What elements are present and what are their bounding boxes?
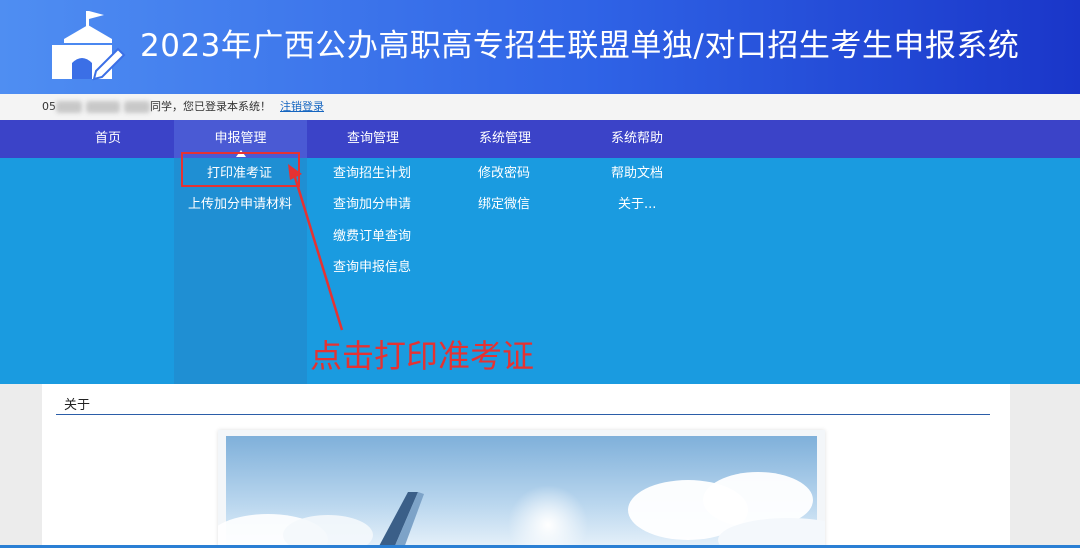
- page-title: 2023年广西公办高职高专招生联盟单独/对口招生考生申报系统: [140, 28, 1020, 64]
- logout-link[interactable]: 注销登录: [280, 94, 324, 120]
- sky-building-image: [208, 436, 858, 548]
- menu-about[interactable]: 关于...: [618, 196, 656, 214]
- nav-dropdown-panel: 打印准考证 上传加分申请材料 查询招生计划 查询加分申请 缴费订单查询 查询申报…: [0, 158, 1080, 384]
- menu-change-password[interactable]: 修改密码: [478, 165, 530, 183]
- nav-system-help[interactable]: 系统帮助: [584, 120, 690, 158]
- annotation-arrow-icon: [288, 164, 344, 331]
- redacted-user-name: [86, 101, 120, 113]
- login-status-bar: 05 同学，您已登录本系统！ 注销登录: [0, 94, 1080, 120]
- nav-home[interactable]: 首页: [68, 120, 148, 158]
- main-content: 关于: [42, 384, 1010, 548]
- section-divider: [56, 414, 990, 415]
- menu-bind-wechat[interactable]: 绑定微信: [478, 196, 530, 214]
- nav-system-management[interactable]: 系统管理: [452, 120, 558, 158]
- about-banner-image: [208, 430, 858, 548]
- header-banner: 2023年广西公办高职高专招生联盟单独/对口招生考生申报系统: [0, 0, 1080, 94]
- user-id-prefix: 05: [42, 100, 56, 113]
- redacted-user-extra: [124, 101, 150, 113]
- redacted-user-id: [56, 101, 82, 113]
- main-nav: 首页 申报管理 查询管理 系统管理 系统帮助: [0, 120, 1080, 158]
- menu-help-docs[interactable]: 帮助文档: [611, 165, 663, 183]
- menu-upload-bonus-materials[interactable]: 上传加分申请材料: [188, 196, 292, 214]
- login-greeting: 同学，您已登录本系统！: [150, 100, 271, 113]
- school-building-icon: [52, 11, 126, 81]
- annotation-text: 点击打印准考证: [310, 337, 535, 375]
- section-title: 关于: [64, 398, 91, 413]
- nav-query-management[interactable]: 查询管理: [320, 120, 426, 158]
